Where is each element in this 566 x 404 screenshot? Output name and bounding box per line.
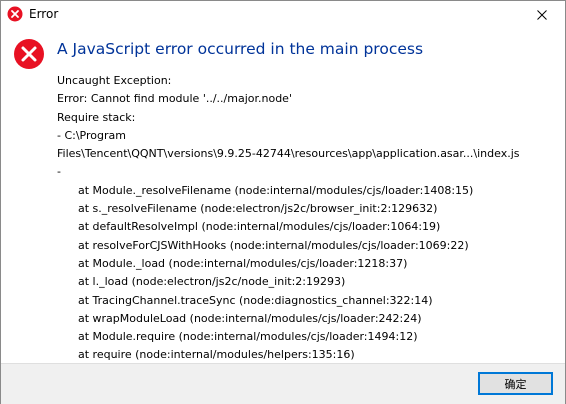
message-line: - <box>57 165 61 179</box>
message-line: Files\Tencent\QQNT\versions\9.9.25-42744… <box>57 147 520 161</box>
stack-line: at l._load (node:electron/js2c/node_init… <box>57 275 346 289</box>
stack-line: at require (node:internal/modules/helper… <box>57 348 355 362</box>
close-button[interactable] <box>519 1 565 27</box>
window-title: Error <box>29 7 59 21</box>
error-icon <box>13 38 45 70</box>
stack-line: at resolveForCJSWithHooks (node:internal… <box>57 238 469 252</box>
stack-line: at Module._load (node:internal/modules/c… <box>57 256 408 270</box>
error-dialog-window: Error A JavaScript error occurred in the… <box>0 0 566 404</box>
stack-line: at s._resolveFilename (node:electron/js2… <box>57 202 438 216</box>
stack-line: at defaultResolveImpl (node:internal/mod… <box>57 220 441 234</box>
error-message-body[interactable]: Uncaught Exception: Error: Cannot find m… <box>57 72 557 365</box>
stack-line: at Module._resolveFilename (node:interna… <box>57 183 474 197</box>
dialog-footer: 确定 <box>1 363 565 404</box>
close-icon <box>537 5 547 24</box>
message-line: Error: Cannot find module '../../major.n… <box>57 92 292 106</box>
message-line: Require stack: <box>57 110 136 124</box>
dialog-content: A JavaScript error occurred in the main … <box>1 27 565 363</box>
message-line: - C:\Program <box>57 128 126 142</box>
ok-button[interactable]: 确定 <box>478 372 553 395</box>
stack-line: at wrapModuleLoad (node:internal/modules… <box>57 311 422 325</box>
stack-line: at Module.require (node:internal/modules… <box>57 330 418 344</box>
error-heading: A JavaScript error occurred in the main … <box>57 40 424 58</box>
title-bar[interactable]: Error <box>1 1 565 27</box>
error-icon <box>7 6 23 22</box>
message-line: Uncaught Exception: <box>57 74 172 87</box>
stack-line: at TracingChannel.traceSync (node:diagno… <box>57 293 433 307</box>
